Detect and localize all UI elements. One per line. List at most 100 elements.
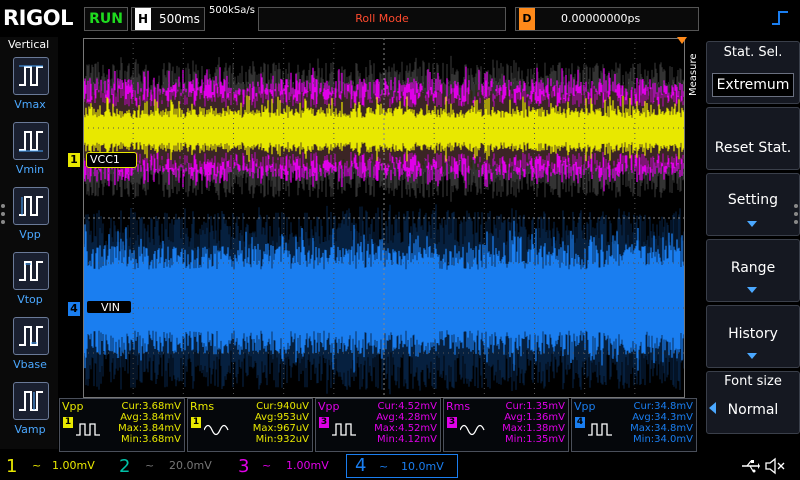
- trigger-position-marker: [677, 37, 687, 44]
- vmin-button[interactable]: [13, 122, 49, 160]
- vmax-icon: [19, 65, 43, 86]
- ch4-status[interactable]: 4 ~ 10.0mV: [346, 454, 458, 478]
- measurement-cur: Cur:1.35mV: [505, 401, 565, 412]
- vmin-label: Vmin: [15, 163, 45, 176]
- measure-menu: Stat. Sel. Extremum Reset Stat. Setting …: [704, 37, 800, 449]
- ch3-status[interactable]: 3 ~ 1.00mV: [232, 454, 344, 478]
- font-size-title: Font size: [724, 374, 782, 389]
- stat-sel-button[interactable]: Stat. Sel. Extremum: [706, 41, 800, 104]
- rigol-logo: RIGOL: [3, 6, 73, 30]
- ch4-label: VIN: [86, 300, 132, 314]
- vpp-icon: [19, 196, 43, 216]
- measurement-cur: Cur:940uV: [256, 401, 309, 412]
- chevron-down-icon: [747, 353, 757, 359]
- ch4-coupling: ~: [379, 460, 389, 473]
- measure-waveform-icon: [204, 424, 229, 436]
- ch3-coupling: ~: [262, 459, 272, 472]
- vpp-button[interactable]: [13, 187, 49, 225]
- d-label: D: [519, 8, 535, 30]
- right-menu-page-dots: [794, 204, 798, 224]
- waveform-display[interactable]: [83, 38, 685, 398]
- history-label: History: [728, 326, 778, 342]
- measurement-channel: 3: [319, 417, 329, 428]
- usb-icon: [742, 460, 760, 473]
- ch4-marker[interactable]: 4: [68, 302, 80, 316]
- sample-rate: 500kSa/s: [209, 5, 255, 16]
- measurement-max: Max:1.38mV: [502, 423, 565, 434]
- timebase-value: 500ms: [159, 12, 200, 26]
- ch1-label: VCC1: [86, 152, 137, 168]
- measurement-cur: Cur:3.68mV: [121, 401, 181, 412]
- vertical-menu-title: Vertical: [8, 38, 50, 51]
- measure-menu-tab: Measure: [687, 45, 703, 105]
- top-status-bar: RIGOL RUN H 500ms 500kSa/s Roll Mode D 0.0…: [0, 0, 800, 37]
- chevron-down-icon: [747, 221, 757, 227]
- reset-stat-button[interactable]: Reset Stat.: [706, 107, 800, 170]
- left-menu-page-dots: [1, 204, 5, 224]
- setting-button[interactable]: Setting: [706, 173, 800, 236]
- measurement-name: Vpp: [574, 400, 596, 413]
- vtop-button[interactable]: [13, 252, 49, 290]
- ch3-scale: 1.00mV: [286, 459, 329, 472]
- measurement-channel: 3: [447, 417, 457, 428]
- font-size-value: Normal: [727, 402, 779, 418]
- ch1-status[interactable]: 1 ~ 1.00mV: [0, 454, 112, 478]
- measurement-min: Min:3.68mV: [121, 434, 181, 445]
- measurement-min: Min:4.12mV: [377, 434, 437, 445]
- measure-waveform-icon: [460, 424, 485, 436]
- ch1-scale: 1.00mV: [52, 459, 95, 472]
- measurement-min: Min:34.0mV: [633, 434, 693, 445]
- measurement-max: Max:34.8mV: [630, 423, 693, 434]
- ch3-number: 3: [238, 456, 250, 477]
- speaker-muted-icon[interactable]: [764, 457, 786, 475]
- measure-tab-label: Measure: [688, 53, 699, 97]
- vtop-icon: [19, 261, 43, 281]
- measurement-box[interactable]: Rms 1 Cur:940uV Avg:953uV Max:967uV Min:932uV: [187, 398, 313, 452]
- run-stop-indicator[interactable]: RUN: [84, 7, 128, 31]
- range-button[interactable]: Range: [706, 239, 800, 302]
- measurement-box[interactable]: Vpp 3 Cur:4.52mV Avg:4.28mV Max:4.52mV Min:4.…: [315, 398, 441, 452]
- measurement-name: Vpp: [318, 400, 340, 413]
- vmax-label: Vmax: [14, 98, 46, 111]
- measurement-name: Rms: [190, 400, 215, 413]
- ch2-number: 2: [119, 456, 131, 477]
- history-button[interactable]: History: [706, 305, 800, 368]
- measurement-avg: Avg:4.28mV: [376, 412, 437, 423]
- vbase-button[interactable]: [13, 317, 49, 355]
- vmax-button[interactable]: [13, 57, 49, 95]
- stat-sel-value: Extremum: [712, 73, 794, 97]
- measurement-name: Vpp: [62, 400, 84, 413]
- measurement-avg: Avg:953uV: [254, 412, 309, 423]
- delay-value: 0.00000000ps: [561, 12, 641, 25]
- vamp-button[interactable]: [13, 382, 49, 420]
- setting-label: Setting: [727, 192, 779, 208]
- measure-waveform-icon: [332, 423, 356, 436]
- measurement-box[interactable]: Vpp 4 Cur:34.8mV Avg:34.3mV Max:34.8mV Min:34…: [571, 398, 697, 452]
- measurement-max: Max:4.52mV: [374, 423, 437, 434]
- measurement-box[interactable]: Vpp 1 Cur:3.68mV Avg:3.84mV Max:3.84mV Min:3.…: [59, 398, 185, 452]
- measurement-avg: Avg:34.3mV: [632, 412, 693, 423]
- ch2-scale: 20.0mV: [169, 459, 212, 472]
- font-size-button[interactable]: Font size Normal: [706, 371, 800, 434]
- measurement-channel: 1: [191, 417, 201, 428]
- measure-waveform-icon: [588, 423, 612, 436]
- ch1-coupling: ~: [32, 459, 42, 472]
- range-label: Range: [730, 260, 776, 276]
- measurement-box[interactable]: Rms 3 Cur:1.35mV Avg:1.36mV Max:1.38mV Min:1.…: [443, 398, 569, 452]
- measurement-avg: Avg:1.36mV: [504, 412, 565, 423]
- delay-readout[interactable]: D 0.00000000ps: [515, 7, 699, 31]
- ch2-status[interactable]: 2 ~ 20.0mV: [115, 454, 227, 478]
- trigger-icon: [772, 11, 788, 25]
- vertical-measure-menu: Vertical Vmax Vmin Vpp Vtop Vbase Vamp: [0, 37, 58, 449]
- measurement-min: Min:1.35mV: [505, 434, 565, 445]
- measurement-channel: 4: [575, 417, 585, 428]
- ch1-marker[interactable]: 1: [68, 153, 80, 167]
- acquisition-mode: Roll Mode: [258, 7, 506, 31]
- h-label: H: [135, 8, 151, 30]
- stat-sel-title: Stat. Sel.: [723, 45, 783, 60]
- horizontal-timebase[interactable]: H 500ms: [131, 7, 205, 31]
- measurement-cur: Cur:4.52mV: [377, 401, 437, 412]
- ch4-number: 4: [355, 455, 367, 476]
- ch1-number: 1: [6, 456, 18, 477]
- vbase-icon: [19, 326, 43, 346]
